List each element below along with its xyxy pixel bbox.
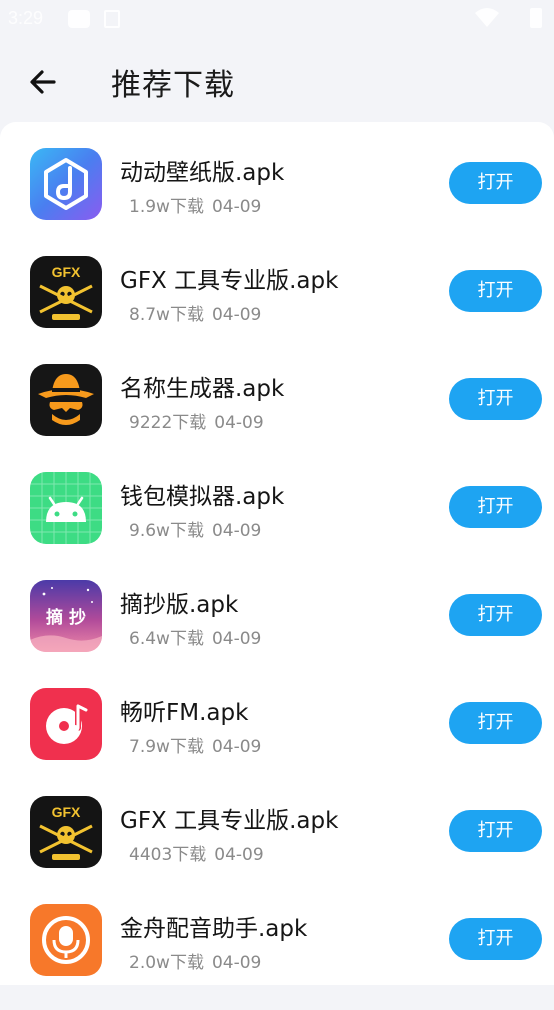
gfx-tool-app-icon: GFX [30,256,102,328]
open-button[interactable]: 打开 [449,594,542,636]
release-date: 04-09 [211,197,262,217]
back-button[interactable] [24,62,64,102]
download-count: 1.9w下载 [129,197,204,217]
app-name: GFX 工具专业版.apk [120,268,339,294]
app-name: 摘抄版.apk [120,592,239,618]
notification-icon [68,10,90,28]
svg-text:摘 抄: 摘 抄 [46,607,86,628]
open-button[interactable]: 打开 [449,270,542,312]
open-button[interactable]: 打开 [449,486,542,528]
app-name: GFX 工具专业版.apk [120,808,339,834]
release-date: 04-09 [214,845,264,865]
app-meta: 8.7w下载 04-09 [129,300,261,325]
arrow-left-icon [30,70,56,94]
download-count: 2.0w下载 [129,953,204,973]
cowboy-app-icon [30,364,102,436]
music-fm-app-icon [30,688,102,760]
download-count: 8.7w下载 [129,305,204,325]
excerpt-app-icon: 摘 抄 [30,580,102,652]
app-name: 畅听FM.apk [120,700,249,726]
open-button[interactable]: 打开 [449,918,542,960]
status-bar: 3:29 [0,0,554,36]
list-item[interactable]: GFX GFX 工具专业版.apk 8.7w下载 04-09 打开 [0,254,554,362]
release-date: 04-09 [214,413,264,433]
app-meta: 7.9w下载 04-09 [129,732,261,757]
svg-text:GFX: GFX [52,264,81,280]
list-item[interactable]: 金舟配音助手.apk 2.0w下载 04-09 打开 [0,902,554,1010]
app-name: 金舟配音助手.apk [120,916,308,942]
header: 推荐下载 [0,44,554,120]
open-button[interactable]: 打开 [449,702,542,744]
sim-icon [104,10,120,28]
open-button[interactable]: 打开 [449,810,542,852]
download-count: 9.6w下载 [129,521,204,541]
list-item[interactable]: 摘 抄 摘抄版.apk 6.4w下载 04-09 打开 [0,578,554,686]
list-item[interactable]: 名称生成器.apk 9222下载 04-09 打开 [0,362,554,470]
wifi-icon [475,8,499,27]
app-meta: 1.9w下载 04-09 [129,192,261,217]
battery-icon [530,8,542,28]
gfx-tool-app-icon: GFX [30,796,102,868]
list-item[interactable]: 动动壁纸版.apk 1.9w下载 04-09 打开 [0,146,554,254]
status-time: 3:29 [8,8,44,28]
wallpaper-app-icon [30,148,102,220]
page-title: 推荐下载 [111,68,235,103]
app-meta: 6.4w下载 04-09 [129,624,261,649]
app-name: 钱包模拟器.apk [120,484,285,510]
app-meta: 4403下载 04-09 [129,840,264,865]
download-count: 6.4w下载 [129,629,204,649]
list-item[interactable]: GFX GFX 工具专业版.apk 4403下载 04-09 打开 [0,794,554,902]
app-list: 动动壁纸版.apk 1.9w下载 04-09 打开 GFX GFX 工具专业版.a… [0,122,554,985]
app-meta: 2.0w下载 04-09 [129,948,261,973]
open-button[interactable]: 打开 [449,378,542,420]
release-date: 04-09 [211,953,262,973]
app-name: 动动壁纸版.apk [120,160,285,186]
release-date: 04-09 [211,521,262,541]
download-count: 9222下载 [129,413,207,433]
open-button[interactable]: 打开 [449,162,542,204]
download-count: 7.9w下载 [129,737,204,757]
list-item[interactable]: 钱包模拟器.apk 9.6w下载 04-09 打开 [0,470,554,578]
release-date: 04-09 [211,305,262,325]
app-meta: 9.6w下载 04-09 [129,516,261,541]
release-date: 04-09 [211,737,262,757]
list-item[interactable]: 畅听FM.apk 7.9w下载 04-09 打开 [0,686,554,794]
svg-text:GFX: GFX [52,804,81,820]
download-count: 4403下载 [129,845,207,865]
release-date: 04-09 [211,629,262,649]
dubbing-app-icon [30,904,102,976]
app-meta: 9222下载 04-09 [129,408,264,433]
app-name: 名称生成器.apk [120,376,285,402]
android-app-icon [30,472,102,544]
